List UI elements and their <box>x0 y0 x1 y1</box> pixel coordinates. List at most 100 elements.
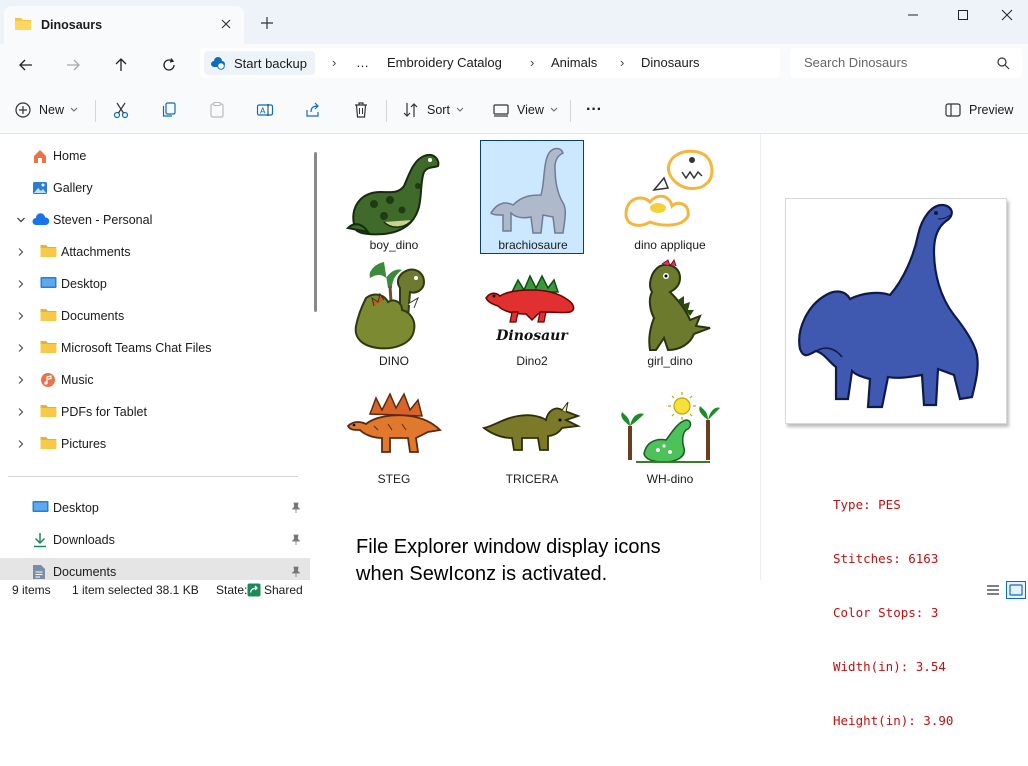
close-tab-icon[interactable] <box>218 16 234 32</box>
up-button[interactable] <box>107 52 135 78</box>
share-button[interactable] <box>304 96 322 124</box>
sidebar-item-gallery[interactable]: Gallery <box>0 174 310 202</box>
breadcrumb-separator: › <box>620 55 625 70</box>
new-button[interactable]: New <box>14 96 78 124</box>
tab-dinosaurs[interactable]: Dinosaurs <box>4 6 244 44</box>
state-label: State: <box>216 583 248 597</box>
chevron-right-icon[interactable] <box>16 406 26 420</box>
back-button[interactable] <box>12 52 40 78</box>
file-dino2[interactable]: Dinosaur Dino2 <box>480 256 584 370</box>
rename-button[interactable]: A <box>256 96 274 124</box>
pin-icon[interactable] <box>290 534 302 549</box>
large-icons-view-button[interactable] <box>1006 581 1026 599</box>
chevron-down-icon <box>550 107 558 112</box>
trash-icon <box>355 102 367 118</box>
sidebar-item-desktop[interactable]: Desktop <box>0 270 310 298</box>
quick-access-desktop[interactable]: Desktop <box>0 494 310 522</box>
sidebar-item-steven-personal[interactable]: Steven - Personal <box>0 206 310 234</box>
preview-pane-icon <box>945 103 961 117</box>
file-dino-applique[interactable]: dino applique <box>618 140 722 254</box>
details-view-icon[interactable] <box>986 583 1000 603</box>
sidebar-item-music[interactable]: Music <box>0 366 310 394</box>
sidebar-item-teams-chat-files[interactable]: Microsoft Teams Chat Files <box>0 334 310 362</box>
pin-icon[interactable] <box>290 566 302 580</box>
sidebar-item-pdfs-for-tablet[interactable]: PDFs for Tablet <box>0 398 310 426</box>
new-tab-icon[interactable] <box>258 14 278 32</box>
chevron-right-icon[interactable] <box>16 374 26 388</box>
chevron-right-icon[interactable] <box>16 310 26 324</box>
sidebar-label: Music <box>61 373 94 387</box>
sidebar-item-attachments[interactable]: Attachments <box>0 238 310 266</box>
paste-button[interactable] <box>208 96 226 124</box>
sidebar-item-pictures[interactable]: Pictures <box>0 430 310 458</box>
toolbar-divider <box>386 100 387 122</box>
caption-line-1: File Explorer window display icons <box>356 536 661 558</box>
folder-icon <box>40 244 57 261</box>
breadcrumb-animals[interactable]: Animals <box>551 48 597 78</box>
close-icon <box>1001 9 1013 21</box>
chevron-right-icon[interactable] <box>16 278 26 292</box>
quick-access-documents[interactable]: Documents <box>0 558 310 580</box>
sidebar-item-documents[interactable]: Documents <box>0 302 310 330</box>
sidebar-label: Documents <box>61 309 125 323</box>
breadcrumb-separator: › <box>530 55 535 70</box>
start-backup-button[interactable]: Start backup <box>204 51 315 75</box>
selection-count: 1 item selected <box>72 583 153 597</box>
more-options-button[interactable]: ··· <box>586 96 602 124</box>
sidebar-label: Attachments <box>61 245 131 259</box>
breadcrumb-separator: › <box>332 55 337 70</box>
file-girl-dino[interactable]: girl_dino <box>618 256 722 370</box>
view-button[interactable]: View <box>492 96 558 124</box>
sort-button[interactable]: Sort <box>402 96 464 124</box>
sidebar-label: Microsoft Teams Chat Files <box>61 341 212 355</box>
navigation-bar: Start backup › … Embroidery Catalog › An… <box>0 44 1028 86</box>
minimize-button[interactable] <box>890 0 936 30</box>
chevron-right-icon[interactable] <box>16 438 26 452</box>
meta-stitches: Stitches: 6163 <box>833 551 939 566</box>
chevron-down-icon[interactable] <box>16 214 26 228</box>
file-wh-dino[interactable]: WH-dino <box>618 374 722 488</box>
sort-icon <box>403 103 418 117</box>
chevron-right-icon[interactable] <box>16 246 26 260</box>
sidebar-divider <box>8 476 298 477</box>
file-boy-dino[interactable]: boy_dino <box>342 140 446 254</box>
chevron-right-icon[interactable] <box>16 342 26 356</box>
arrow-right-icon <box>67 59 80 71</box>
cut-button[interactable] <box>112 96 130 124</box>
sidebar-item-home[interactable]: Home <box>0 142 310 170</box>
sidebar-scrollbar[interactable] <box>314 152 317 312</box>
breadcrumb-overflow[interactable]: … <box>356 48 369 78</box>
address-bar[interactable]: Start backup › … Embroidery Catalog › An… <box>200 48 780 78</box>
file-brachiosaure[interactable]: brachiosaure <box>480 140 584 254</box>
maximize-button[interactable] <box>940 0 986 30</box>
breadcrumb-embroidery-catalog[interactable]: Embroidery Catalog <box>387 48 502 78</box>
file-steg[interactable]: STEG <box>342 374 446 488</box>
plus-circle-icon <box>15 102 31 118</box>
close-window-button[interactable] <box>984 0 1028 30</box>
desktop-icon <box>40 276 57 293</box>
search-icon[interactable] <box>996 56 1010 73</box>
quick-access-downloads[interactable]: Downloads <box>0 526 310 554</box>
forward-button[interactable] <box>59 52 87 78</box>
file-tricera[interactable]: TRICERA <box>480 374 584 488</box>
meta-height: Height(in): 3.90 <box>833 713 954 728</box>
breadcrumb-dinosaurs[interactable]: Dinosaurs <box>641 48 700 78</box>
caption-text: File Explorer window display icons when … <box>356 534 736 580</box>
refresh-button[interactable] <box>155 52 183 78</box>
thumbnail <box>620 142 720 238</box>
download-icon <box>32 532 48 551</box>
selection-size: 38.1 KB <box>156 583 199 597</box>
shared-icon <box>247 583 261 600</box>
preview-image <box>785 198 1007 424</box>
delete-button[interactable] <box>352 96 370 124</box>
dino2-word: Dinosaur <box>495 328 569 344</box>
copy-button[interactable] <box>160 96 178 124</box>
thumbnail <box>483 143 583 239</box>
pin-icon[interactable] <box>290 502 302 517</box>
minimize-icon <box>908 14 918 16</box>
thumbnail <box>481 376 582 472</box>
preview-pane-button[interactable]: Preview <box>944 96 1013 124</box>
file-dino[interactable]: DINO <box>342 256 446 370</box>
search-input[interactable]: Search Dinosaurs <box>790 48 1022 78</box>
music-icon <box>40 372 56 391</box>
